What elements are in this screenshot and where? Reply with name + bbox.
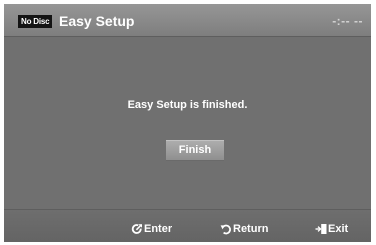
- enter-icon: [131, 224, 143, 234]
- return-label: Return: [233, 223, 269, 235]
- enter-label: Enter: [144, 223, 173, 235]
- header-bar: No Disc Easy Setup -:-- --: [4, 4, 371, 36]
- footer-bar: Enter Return Exit: [4, 210, 371, 242]
- exit-label: Exit: [328, 223, 349, 235]
- time-display: -:-- --: [332, 14, 363, 28]
- disc-status-badge: No Disc: [18, 15, 53, 28]
- page-title: Easy Setup: [59, 13, 135, 29]
- exit-hint[interactable]: Exit: [315, 222, 348, 236]
- return-hint[interactable]: Return: [220, 222, 268, 236]
- header-divider: [4, 36, 371, 37]
- finish-button[interactable]: Finish: [166, 140, 224, 161]
- return-icon: [220, 224, 231, 235]
- enter-hint[interactable]: Enter: [131, 222, 172, 236]
- exit-icon: [315, 224, 327, 234]
- setup-screen: No Disc Easy Setup -:-- -- Easy Setup is…: [4, 4, 371, 242]
- completion-message: Easy Setup is finished.: [127, 99, 248, 111]
